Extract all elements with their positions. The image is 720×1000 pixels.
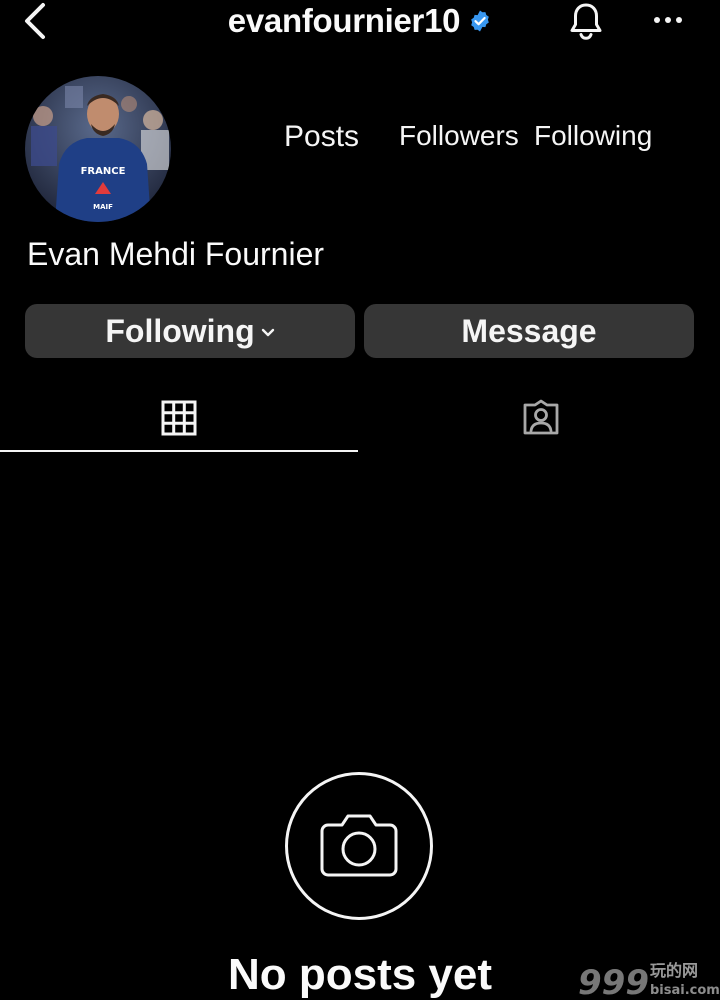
empty-state-camera <box>285 772 433 920</box>
tab-tagged[interactable] <box>362 384 720 452</box>
notifications-button[interactable] <box>564 0 608 42</box>
chevron-left-icon <box>25 3 45 39</box>
back-button[interactable] <box>18 0 52 42</box>
followers-stat[interactable]: Followers <box>399 120 519 152</box>
full-name: Evan Mehdi Fournier <box>27 236 325 272</box>
camera-icon <box>320 814 398 877</box>
message-button[interactable]: Message <box>364 304 694 358</box>
profile-photo: FRANCE MAIF <box>25 76 171 222</box>
username: evanfournier10 <box>227 2 461 39</box>
more-horizontal-icon <box>654 17 682 23</box>
posts-stat: Posts <box>284 120 360 153</box>
chevron-down-icon <box>261 328 274 337</box>
verified-badge-icon <box>471 10 490 32</box>
svg-text:bisai.com: bisai.com <box>650 983 720 998</box>
more-options-button[interactable] <box>646 2 690 38</box>
following-button[interactable]: Following <box>25 304 355 358</box>
avatar[interactable]: FRANCE MAIF <box>25 76 171 222</box>
message-button-label: Message <box>461 312 597 349</box>
active-tab-indicator <box>0 450 358 452</box>
grid-icon <box>161 400 197 436</box>
tab-grid[interactable] <box>0 384 358 452</box>
svg-text:999: 999 <box>578 963 649 1000</box>
watermark-logo: 999 玩的网 bisai.com <box>574 954 720 1000</box>
header-title: evanfournier10 <box>0 0 720 42</box>
tagged-person-icon <box>523 399 559 435</box>
following-button-label: Following <box>105 312 255 349</box>
svg-text:MAIF: MAIF <box>93 203 113 211</box>
following-stat[interactable]: Following <box>534 120 652 152</box>
svg-text:FRANCE: FRANCE <box>81 166 126 177</box>
svg-text:玩的网: 玩的网 <box>650 961 698 980</box>
bell-icon <box>570 3 602 40</box>
